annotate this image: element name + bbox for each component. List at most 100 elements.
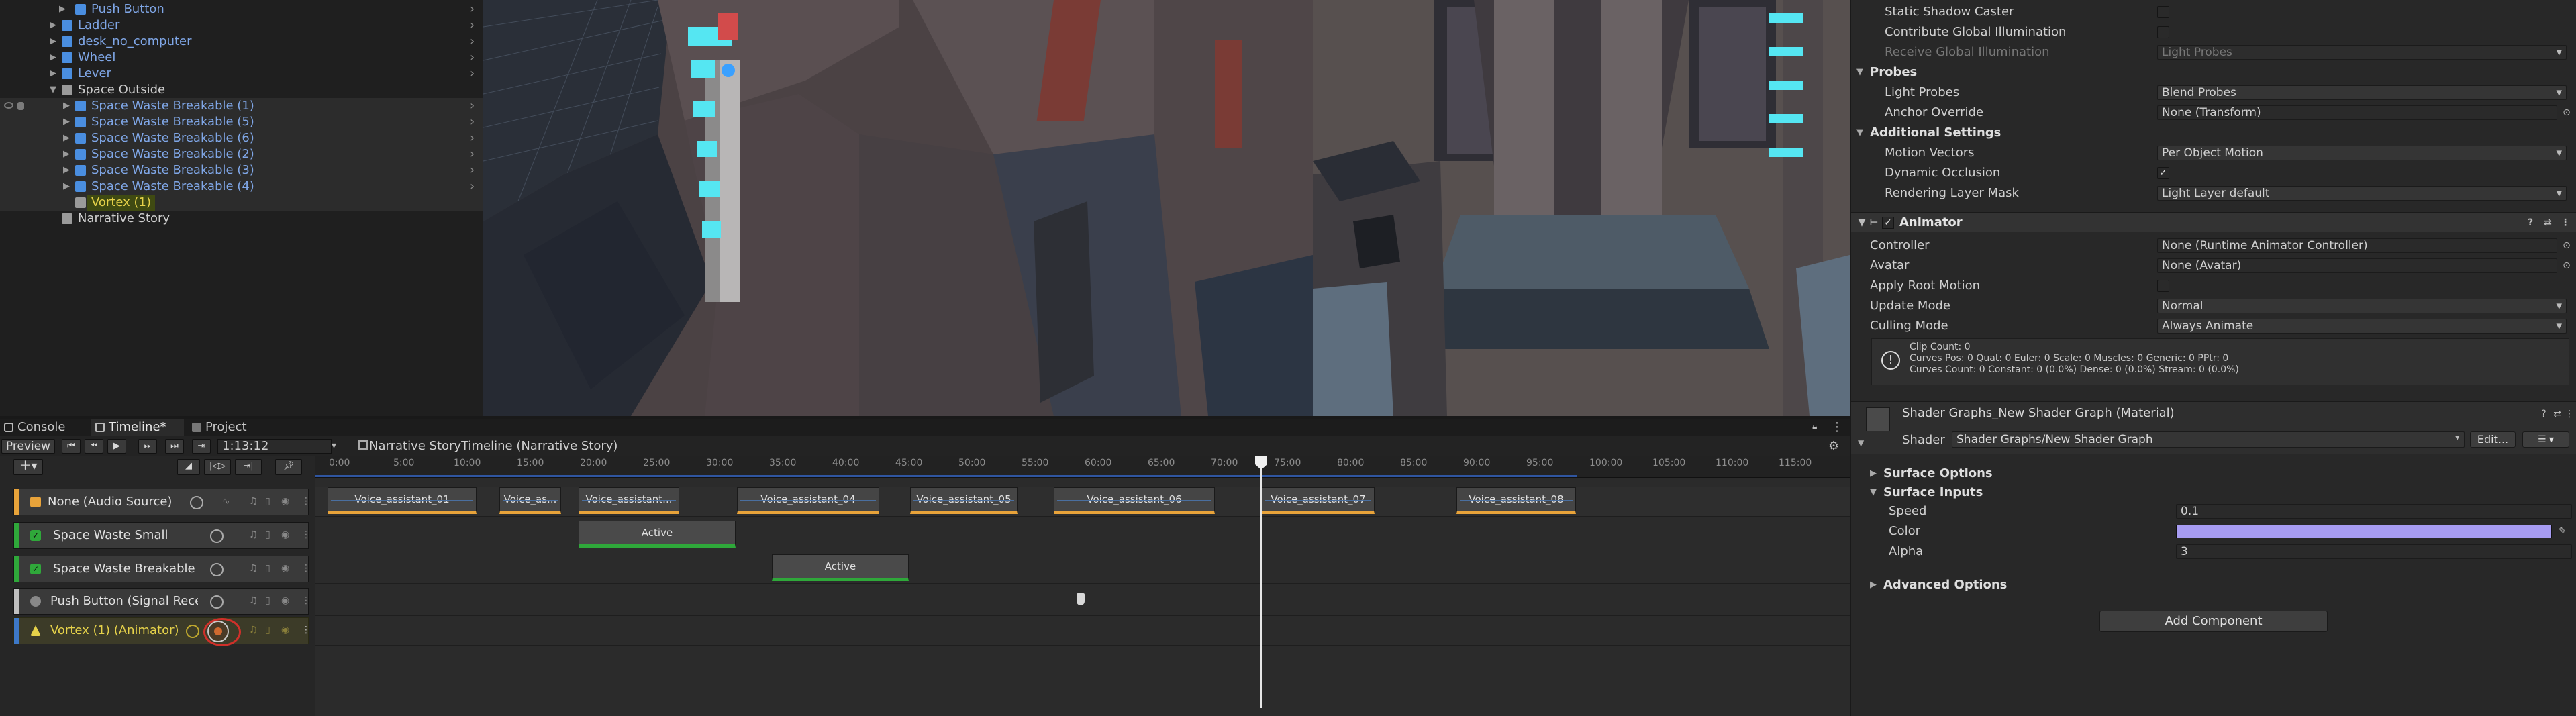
update-mode-dropdown[interactable]: Normal — [2157, 299, 2567, 313]
collapse-arrow-icon[interactable]: ▼ — [50, 82, 58, 98]
go-to-end-icon[interactable]: ⏭ — [165, 439, 184, 454]
loop-icon[interactable]: ⇥ — [192, 439, 211, 454]
hierarchy-item[interactable]: ▶ Space Waste Breakable (5) › — [0, 114, 483, 130]
track-audio[interactable]: None (Audio Source) ∿ ♫ ▯ ◉ ⋮ — [13, 489, 311, 515]
expand-arrow-icon[interactable]: ▶ — [63, 178, 71, 195]
chevron-right-icon[interactable]: › — [470, 114, 475, 130]
static-shadow-caster-checkbox[interactable] — [2157, 6, 2169, 18]
hierarchy-item[interactable]: ▶ Space Waste Breakable (2) › — [0, 146, 483, 162]
tab-console[interactable]: Console — [0, 419, 81, 436]
alpha-field[interactable]: 3 — [2176, 544, 2572, 559]
hierarchy-item[interactable]: ▶ Wheel › — [0, 50, 483, 66]
scene-view-left[interactable] — [483, 0, 1313, 416]
object-picker-icon[interactable] — [210, 529, 224, 543]
object-picker-icon[interactable] — [186, 625, 199, 638]
more-options-icon[interactable]: ⋮ — [2560, 217, 2571, 228]
visibility-eye-icon[interactable]: ◉ — [281, 495, 291, 508]
more-options-icon[interactable]: ⋮ — [301, 594, 311, 607]
object-picker-icon[interactable]: ⊙ — [2561, 240, 2572, 251]
advanced-options-section[interactable]: ▶ Advanced Options — [1851, 576, 2576, 595]
hierarchy-item[interactable]: ▶ Space Waste Breakable (3) › — [0, 162, 483, 178]
playhead[interactable] — [1260, 456, 1262, 708]
add-track-button[interactable]: ＋▾ — [13, 459, 43, 475]
mute-icon[interactable]: ♫ — [249, 623, 258, 637]
dynamic-occlusion-checkbox[interactable]: ✓ — [2157, 167, 2169, 179]
tab-project[interactable]: Project — [188, 419, 268, 436]
chevron-right-icon[interactable]: › — [470, 162, 475, 178]
play-icon[interactable]: ▶ — [107, 439, 126, 454]
audio-clip[interactable]: Voice_assistant_04 — [737, 487, 879, 514]
chevron-right-icon[interactable]: › — [470, 178, 475, 195]
avatar-field[interactable]: None (Avatar) — [2157, 258, 2557, 273]
tab-timeline[interactable]: Timeline* — [91, 419, 184, 436]
expand-arrow-icon[interactable]: ▶ — [63, 146, 71, 162]
collapse-arrow-icon[interactable]: ▼ — [1870, 483, 1877, 502]
current-time-field[interactable]: 1:13:12 — [217, 439, 332, 454]
expand-arrow-icon[interactable]: ▶ — [63, 130, 71, 146]
culling-mode-dropdown[interactable]: Always Animate — [2157, 319, 2567, 334]
animator-enabled-checkbox[interactable]: ✓ — [1882, 217, 1894, 229]
surface-options-section[interactable]: ▶ Surface Options — [1851, 464, 2576, 483]
motion-vectors-dropdown[interactable]: Per Object Motion — [2157, 146, 2567, 160]
rendering-layer-mask-dropdown[interactable]: Light Layer default — [2157, 186, 2567, 201]
object-picker-icon[interactable] — [210, 563, 224, 576]
preview-button[interactable]: Preview — [1, 439, 55, 454]
expand-arrow-icon[interactable]: ▶ — [50, 17, 58, 34]
hierarchy-item[interactable]: ▶ Space Waste Breakable (4) › — [0, 178, 483, 195]
curves-icon[interactable]: ∿ — [222, 495, 232, 508]
chevron-right-icon[interactable]: › — [470, 146, 475, 162]
expand-arrow-icon[interactable]: ▶ — [63, 114, 71, 130]
audio-clip[interactable]: Voice_assistant... — [579, 487, 679, 514]
light-probes-dropdown[interactable]: Blend Probes — [2157, 85, 2567, 100]
audio-clip[interactable]: Voice_assistant_01 — [328, 487, 477, 514]
visibility-eye-icon[interactable]: ◉ — [281, 528, 291, 542]
chevron-right-icon[interactable]: › — [470, 17, 475, 34]
track-signal[interactable]: Push Button (Signal Receiv ♫ ▯ ◉ ⋮ — [13, 588, 311, 615]
chevron-down-icon[interactable]: ▾ — [332, 440, 336, 451]
track-animator[interactable]: Vortex (1) (Animator) ♫ ▯ ◉ ⋮ — [13, 617, 311, 646]
more-options-icon[interactable]: ⋮ — [2564, 409, 2575, 419]
expand-arrow-icon[interactable]: ▶ — [63, 162, 71, 178]
audio-clip[interactable]: Voice_assistant_05 — [910, 487, 1018, 514]
go-to-start-icon[interactable]: ⏮ — [62, 439, 81, 454]
ripple-mode-icon[interactable]: ◢ — [177, 459, 200, 475]
help-icon[interactable]: ? — [2538, 409, 2549, 419]
lock-icon[interactable]: ▯ — [265, 562, 275, 575]
markers-icon[interactable]: 📌︎ — [275, 459, 302, 475]
track-activation-1[interactable]: ✓ Space Waste Small ♫ ▯ ◉ ⋮ — [13, 522, 311, 549]
help-icon[interactable]: ? — [2525, 217, 2536, 228]
more-options-icon[interactable]: ⋮ — [1831, 420, 1843, 434]
visibility-eye-icon[interactable]: ◉ — [281, 562, 291, 575]
expand-arrow-icon[interactable]: ▶ — [50, 50, 58, 66]
hierarchy-item[interactable]: ▶ Lever › — [0, 66, 483, 82]
previous-frame-icon[interactable]: ⏪︎ — [85, 439, 103, 454]
expand-arrow-icon[interactable]: ▶ — [1870, 576, 1877, 595]
hierarchy-item[interactable]: ▶ Space Waste Breakable (6) › — [0, 130, 483, 146]
expand-arrow-icon[interactable]: ▶ — [63, 98, 71, 114]
hierarchy-item[interactable]: ▼ Space Outside — [0, 82, 483, 98]
audio-clip[interactable]: Voice_assistant_08 — [1456, 487, 1576, 514]
additional-settings-section[interactable]: ▼ Additional Settings — [1851, 123, 2576, 142]
chevron-right-icon[interactable]: › — [470, 98, 475, 114]
mute-icon[interactable]: ♫ — [249, 562, 258, 575]
more-options-icon[interactable]: ⋮ — [301, 623, 311, 637]
shader-menu-button[interactable]: ☰ ▾ — [2522, 431, 2569, 448]
scene-view-right[interactable] — [1313, 0, 1850, 416]
snap-icon[interactable]: ⇥| — [235, 459, 262, 475]
activation-clip[interactable]: Active — [579, 521, 736, 548]
expand-arrow-icon[interactable]: ▶ — [1870, 464, 1877, 483]
collapse-arrow-icon[interactable]: ▼ — [1856, 217, 1867, 228]
edit-shader-button[interactable]: Edit... — [2470, 431, 2516, 448]
hierarchy-item[interactable]: Narrative Story — [0, 211, 483, 227]
more-options-icon[interactable]: ⋮ — [301, 528, 311, 542]
gear-icon[interactable]: ⚙ — [1828, 439, 1839, 453]
collapse-arrow-icon[interactable]: ▼ — [1856, 63, 1863, 82]
animator-component-header[interactable]: ▼ ⊢ ✓ Animator ? ⇄ ⋮ — [1851, 212, 2576, 232]
edit-mode-icon[interactable]: |◁▷ — [204, 459, 231, 475]
collapse-arrow-icon[interactable]: ▼ — [1856, 123, 1863, 142]
visibility-eye-icon[interactable]: ◉ — [281, 594, 291, 607]
activation-clip[interactable]: Active — [772, 554, 909, 581]
apply-root-motion-checkbox[interactable] — [2157, 280, 2169, 292]
lock-icon[interactable]: ▯ — [265, 528, 275, 542]
visibility-eye-icon[interactable] — [4, 102, 13, 109]
